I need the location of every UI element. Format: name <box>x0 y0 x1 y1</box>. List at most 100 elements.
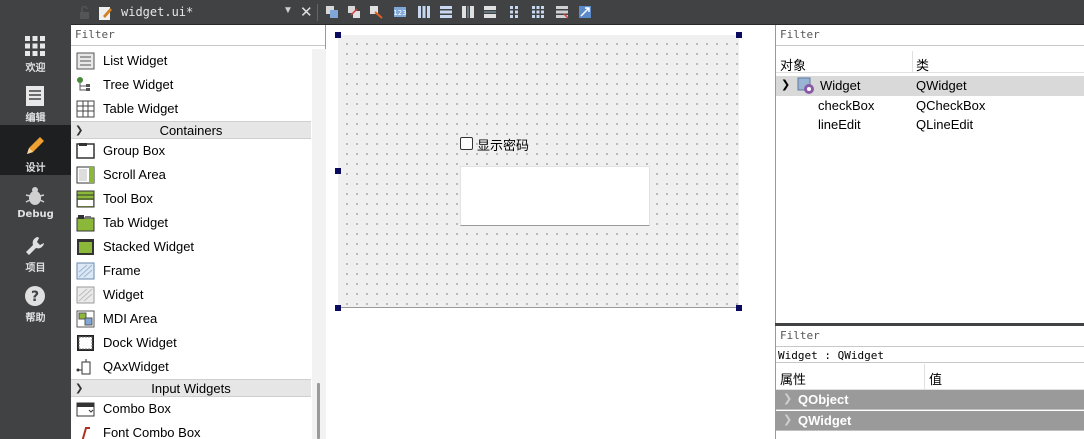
widget-item-label: Table Widget <box>103 101 179 116</box>
widget-item-qaxwidget[interactable]: QAxWidget <box>71 355 311 379</box>
widget-item-label: MDI Area <box>103 311 158 326</box>
mode-projects[interactable]: 项目 <box>0 225 71 275</box>
resize-handle[interactable] <box>335 168 341 174</box>
mode-bar: 欢迎 编辑 设计 Debug 项目 ? 帮助 <box>0 0 71 439</box>
widget-item-font-combo-box[interactable]: Font Combo Box <box>71 421 311 439</box>
resize-handle[interactable] <box>736 305 742 311</box>
widget-item-list-widget[interactable]: List Widget <box>71 49 311 73</box>
widget-item-scroll-area[interactable]: Scroll Area <box>71 163 311 187</box>
widget-item-combo-box[interactable]: Combo Box <box>71 397 311 421</box>
adjust-size-icon[interactable] <box>578 5 592 19</box>
dock-widget-icon <box>77 335 94 351</box>
dropdown-arrow-icon[interactable]: ▼ <box>283 5 293 16</box>
toolbar-separator <box>317 4 318 21</box>
mode-label: 欢迎 <box>25 63 46 74</box>
frame-icon <box>76 262 95 280</box>
object-row-checkbox[interactable]: checkBox QCheckBox <box>776 96 1084 116</box>
object-class: QWidget <box>916 78 967 93</box>
column-header-class[interactable]: 类 <box>916 55 929 74</box>
property-editor-header: 属性 值 <box>776 364 1084 390</box>
widget-item-label: Tab Widget <box>103 215 169 230</box>
widget-box-scrollbar[interactable] <box>312 49 326 439</box>
edit-buddies-icon[interactable] <box>369 5 383 19</box>
widget-list: List Widget Tree Widget Table Widget ❯ C… <box>71 49 311 439</box>
edit-tab-order-icon[interactable]: 123 <box>393 5 407 19</box>
category-input-widgets[interactable]: ❯ Input Widgets <box>71 379 311 397</box>
mode-design[interactable]: 设计 <box>0 125 71 175</box>
widget-item-widget[interactable]: Widget <box>71 283 311 307</box>
grid-icon <box>25 36 45 56</box>
mode-help[interactable]: ? 帮助 <box>0 275 71 325</box>
break-layout-icon[interactable] <box>555 5 569 19</box>
edit-widgets-icon[interactable] <box>325 5 339 19</box>
widget-item-label: Combo Box <box>103 401 171 416</box>
stacked-widget-icon <box>77 239 94 255</box>
mode-label: 设计 <box>25 163 46 174</box>
category-containers[interactable]: ❯ Containers <box>71 121 311 139</box>
widget-box-filter-input[interactable]: Filter <box>71 25 325 46</box>
widget-box-panel: Filter List Widget Tree Widget Table Wid… <box>71 25 326 439</box>
widget-item-label: QAxWidget <box>103 359 169 374</box>
column-header-property[interactable]: 属性 <box>780 369 806 388</box>
document-title: widget.ui* <box>121 5 194 19</box>
mode-edit[interactable]: 编辑 <box>0 75 71 125</box>
widget-item-stacked-widget[interactable]: Stacked Widget <box>71 235 311 259</box>
widget-item-dock-widget[interactable]: Dock Widget <box>71 331 311 355</box>
property-group-label: QWidget <box>798 413 852 428</box>
widget-item-label: Frame <box>103 263 141 278</box>
widget-item-mdi-area[interactable]: MDI Area <box>71 307 311 331</box>
layout-grid-icon[interactable] <box>507 5 521 19</box>
category-label: Input Widgets <box>151 381 231 396</box>
layout-form-icon[interactable] <box>531 5 545 19</box>
object-row-widget[interactable]: ❯ Widget QWidget <box>776 76 1084 96</box>
column-header-value[interactable]: 值 <box>929 369 942 388</box>
toolbar: widget.ui* ▼ ✕ 123 <box>71 0 1084 25</box>
mdi-area-icon <box>76 310 95 328</box>
layout-v-splitter-icon[interactable] <box>483 5 497 19</box>
resize-handle[interactable] <box>335 32 341 38</box>
svg-text:123: 123 <box>393 9 406 17</box>
object-class: QLineEdit <box>916 117 974 132</box>
widget-item-tool-box[interactable]: Tool Box <box>71 187 311 211</box>
layout-vertical-icon[interactable] <box>439 5 453 19</box>
widget-item-table-widget[interactable]: Table Widget <box>71 97 311 121</box>
password-checkbox-label[interactable]: 显示密码 <box>477 135 529 154</box>
document-selector[interactable]: widget.ui* ▼ <box>71 2 297 24</box>
mode-label: 帮助 <box>25 313 46 324</box>
scrollbar-thumb[interactable] <box>317 383 320 439</box>
qt-designer-window: 欢迎 编辑 设计 Debug 项目 ? 帮助 widget.ui* ▼ ✕ 12… <box>0 0 1084 439</box>
close-document-icon[interactable]: ✕ <box>300 3 313 21</box>
property-editor-filter-input[interactable]: Filter <box>776 326 1084 347</box>
qaxwidget-icon <box>76 359 91 375</box>
object-inspector-filter-input[interactable]: Filter <box>776 25 1084 46</box>
password-line-edit[interactable] <box>460 166 650 226</box>
form-widget[interactable]: 显示密码 <box>338 35 739 308</box>
layout-horizontal-icon[interactable] <box>417 5 431 19</box>
widget-item-label: List Widget <box>103 53 168 68</box>
resize-handle[interactable] <box>736 32 742 38</box>
widget-item-label: Stacked Widget <box>103 239 195 254</box>
resize-handle[interactable] <box>335 305 341 311</box>
mode-welcome[interactable]: 欢迎 <box>0 25 71 75</box>
document-icon <box>26 86 44 106</box>
column-header-object[interactable]: 对象 <box>780 55 806 74</box>
edit-signals-icon[interactable] <box>347 5 361 19</box>
chevron-down-icon: ❯ <box>75 383 84 394</box>
wrench-icon <box>26 237 44 255</box>
svg-text:?: ? <box>31 289 39 305</box>
list-widget-icon <box>76 52 95 70</box>
chevron-down-icon: ❯ <box>75 125 84 136</box>
object-row-lineedit[interactable]: lineEdit QLineEdit <box>776 115 1084 135</box>
mode-label: 编辑 <box>25 113 46 124</box>
widget-item-group-box[interactable]: Group Box <box>71 139 311 163</box>
property-group-qobject[interactable]: ❯ QObject <box>776 390 1084 410</box>
widget-item-tree-widget[interactable]: Tree Widget <box>71 73 311 97</box>
chevron-down-icon[interactable]: ❯ <box>781 78 790 91</box>
widget-item-tab-widget[interactable]: Tab Widget <box>71 211 311 235</box>
mode-debug[interactable]: Debug <box>0 175 71 225</box>
layout-h-splitter-icon[interactable] <box>461 5 475 19</box>
password-checkbox[interactable] <box>460 137 473 150</box>
property-group-qwidget[interactable]: ❯ QWidget <box>776 411 1084 431</box>
widget-item-label: Dock Widget <box>103 335 177 350</box>
widget-item-frame[interactable]: Frame <box>71 259 311 283</box>
